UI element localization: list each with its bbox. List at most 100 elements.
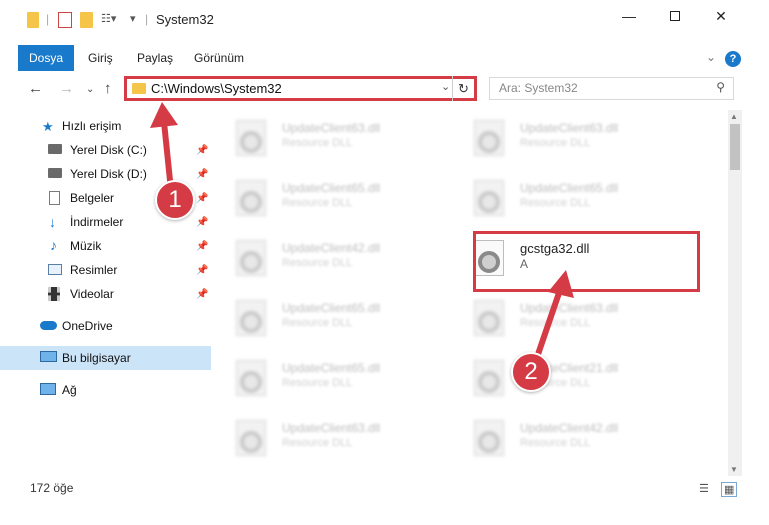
computer-icon bbox=[40, 351, 57, 362]
file-item[interactable]: UpdateClient63.dll Resource DLL bbox=[220, 113, 450, 161]
sidebar-item-onedrive[interactable]: OneDrive bbox=[0, 314, 211, 338]
item-count: 172 öğe bbox=[30, 481, 74, 495]
separator: | bbox=[46, 12, 50, 26]
file-description: Resource DLL bbox=[282, 437, 353, 449]
dll-file-icon bbox=[474, 300, 504, 336]
network-icon bbox=[40, 383, 56, 395]
large-icons-view-icon[interactable]: ▦ bbox=[721, 482, 738, 497]
tab-home[interactable]: Giriş bbox=[88, 45, 113, 71]
maximize-button[interactable] bbox=[652, 0, 698, 32]
minimize-icon: — bbox=[622, 8, 636, 24]
file-item[interactable]: UpdateClient65.dll Resource DLL bbox=[220, 173, 450, 221]
dll-file-icon bbox=[236, 420, 266, 456]
separator: | bbox=[145, 12, 149, 26]
folder-icon bbox=[132, 83, 146, 94]
address-bar[interactable]: C:\Windows\System32 ⌄ ↻ bbox=[124, 76, 477, 101]
file-name: UpdateClient42.dll bbox=[282, 241, 381, 255]
file-highlight-box bbox=[473, 231, 700, 292]
pictures-icon bbox=[48, 264, 62, 275]
dll-file-icon bbox=[236, 360, 266, 396]
vertical-scrollbar[interactable]: ▲ ▼ bbox=[728, 110, 742, 476]
dll-file-icon bbox=[236, 240, 266, 276]
address-path[interactable]: C:\Windows\System32 bbox=[151, 81, 282, 96]
view-options-icon[interactable]: ☷▾ bbox=[101, 12, 116, 28]
dll-file-icon bbox=[474, 120, 504, 156]
sidebar-item-label: Bu bilgisayar bbox=[62, 351, 131, 365]
tab-share[interactable]: Paylaş bbox=[137, 45, 173, 71]
pin-icon[interactable]: 📌 bbox=[196, 217, 208, 228]
file-name: UpdateClient65.dll bbox=[520, 181, 619, 195]
new-folder-icon[interactable] bbox=[80, 12, 93, 28]
videos-icon bbox=[48, 287, 60, 301]
file-item[interactable]: UpdateClient65.dll Resource DLL bbox=[458, 173, 688, 221]
file-name: UpdateClient63.dll bbox=[282, 121, 381, 135]
file-description: Resource DLL bbox=[520, 197, 591, 209]
window-title: System32 bbox=[156, 12, 214, 27]
dll-file-icon bbox=[236, 300, 266, 336]
sidebar-item-videos[interactable]: Videolar 📌 bbox=[0, 282, 211, 306]
customize-qat-icon[interactable]: ▾ bbox=[130, 12, 136, 28]
file-description: Resource DLL bbox=[282, 197, 353, 209]
scroll-up-icon[interactable]: ▲ bbox=[730, 112, 738, 121]
file-item[interactable]: UpdateClient65.dll Resource DLL bbox=[220, 293, 450, 341]
back-icon[interactable]: ← bbox=[28, 80, 43, 97]
maximize-icon bbox=[670, 11, 680, 21]
file-name: UpdateClient63.dll bbox=[520, 121, 619, 135]
sidebar-item-label: Müzik bbox=[70, 239, 102, 253]
recent-locations-icon[interactable]: ⌄ bbox=[86, 84, 94, 95]
sidebar-item-label: İndirmeler bbox=[70, 215, 124, 229]
scroll-down-icon[interactable]: ▼ bbox=[730, 465, 738, 474]
sidebar-item-label: Videolar bbox=[70, 287, 114, 301]
close-button[interactable]: ✕ bbox=[698, 0, 744, 32]
status-bar: 172 öğe ☰ ▦ bbox=[0, 478, 769, 498]
pin-icon[interactable]: 📌 bbox=[196, 265, 208, 276]
sidebar-item-label: Yerel Disk (D:) bbox=[70, 167, 147, 181]
sidebar-item-this-pc[interactable]: Bu bilgisayar bbox=[0, 346, 211, 370]
file-item[interactable]: UpdateClient65.dll Resource DLL bbox=[220, 353, 450, 401]
file-description: Resource DLL bbox=[282, 257, 353, 269]
file-description: Resource DLL bbox=[520, 437, 591, 449]
details-view-icon[interactable]: ☰ bbox=[699, 482, 709, 495]
refresh-icon[interactable]: ↻ bbox=[452, 76, 474, 101]
sidebar-item-network[interactable]: Ağ bbox=[0, 378, 211, 402]
file-name: UpdateClient65.dll bbox=[282, 181, 381, 195]
file-item[interactable]: UpdateClient42.dll Resource DLL bbox=[458, 413, 688, 461]
minimize-button[interactable]: — bbox=[606, 0, 652, 32]
file-item[interactable]: UpdateClient42.dll Resource DLL bbox=[220, 233, 450, 281]
scroll-thumb[interactable] bbox=[730, 124, 740, 170]
sidebar-item-label: Resimler bbox=[70, 263, 118, 277]
sidebar-item-pictures[interactable]: Resimler 📌 bbox=[0, 258, 211, 282]
properties-icon[interactable] bbox=[58, 12, 72, 28]
file-item[interactable]: UpdateClient63.dll Resource DLL bbox=[458, 113, 688, 161]
chevron-down-icon[interactable]: ⌄ bbox=[441, 80, 450, 93]
file-description: Resource DLL bbox=[282, 377, 353, 389]
sidebar-item-music[interactable]: ♪ Müzik 📌 bbox=[0, 234, 211, 258]
ribbon: Dosya Giriş Paylaş Görünüm ⌄ bbox=[0, 45, 769, 71]
pin-icon[interactable]: 📌 bbox=[196, 145, 208, 156]
sidebar-item-label: Yerel Disk (C:) bbox=[70, 143, 147, 157]
file-description: Resource DLL bbox=[520, 137, 591, 149]
pin-icon[interactable]: 📌 bbox=[196, 241, 208, 252]
forward-icon[interactable]: → bbox=[59, 80, 74, 97]
pin-icon[interactable]: 📌 bbox=[196, 169, 208, 180]
dll-file-icon bbox=[474, 360, 504, 396]
expand-ribbon-icon[interactable]: ⌄ bbox=[706, 50, 716, 64]
close-icon: ✕ bbox=[715, 7, 727, 24]
tab-view[interactable]: Görünüm bbox=[194, 45, 244, 71]
star-icon: ★ bbox=[42, 119, 54, 134]
search-icon[interactable]: ⚲ bbox=[716, 80, 725, 94]
dll-file-icon bbox=[236, 180, 266, 216]
documents-icon bbox=[49, 191, 60, 205]
sidebar-item-label: OneDrive bbox=[62, 319, 113, 333]
help-icon[interactable]: ? bbox=[725, 51, 741, 67]
file-item[interactable]: UpdateClient63.dll Resource DLL bbox=[220, 413, 450, 461]
pin-icon[interactable]: 📌 bbox=[196, 193, 208, 204]
download-icon: ↓ bbox=[49, 214, 56, 230]
search-input[interactable]: Ara: System32 ⚲ bbox=[489, 77, 734, 100]
step-badge-2: 2 bbox=[511, 352, 551, 392]
tab-file[interactable]: Dosya bbox=[18, 45, 74, 71]
pin-icon[interactable]: 📌 bbox=[196, 289, 208, 300]
sidebar-item-label: Ağ bbox=[62, 383, 77, 397]
file-description: Resource DLL bbox=[282, 317, 353, 329]
up-icon[interactable]: ↑ bbox=[104, 80, 112, 97]
